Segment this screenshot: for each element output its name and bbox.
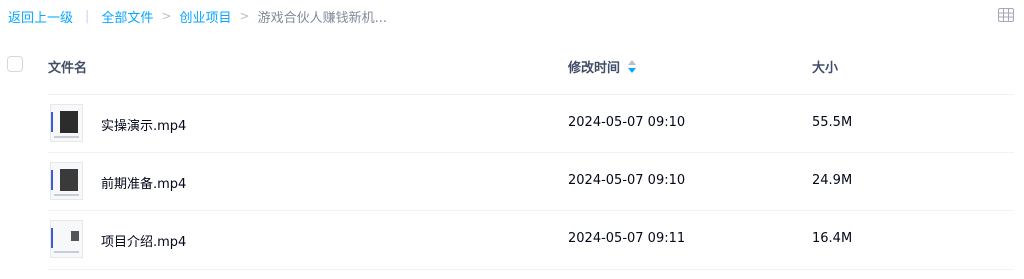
breadcrumb-separator: > <box>161 9 172 23</box>
file-size: 24.9M <box>812 173 853 188</box>
file-list-header: 文件名 修改时间 大小 <box>0 45 1024 85</box>
column-header-modified[interactable]: 修改时间 <box>568 57 637 76</box>
breadcrumb-folder-link[interactable]: 创业项目 <box>179 7 231 26</box>
select-all-checkbox[interactable] <box>7 56 23 72</box>
sort-icon[interactable] <box>628 60 637 73</box>
file-name[interactable]: 项目介绍.mp4 <box>101 231 186 250</box>
breadcrumb-current: 游戏合伙人赚钱新机... <box>257 10 387 26</box>
breadcrumb-all-files-link[interactable]: 全部文件 <box>101 7 153 26</box>
breadcrumb-divider: | <box>85 8 90 24</box>
breadcrumb-separator: > <box>239 9 250 23</box>
file-size: 55.5M <box>812 115 853 130</box>
table-row[interactable]: 前期准备.mp4 2024-05-07 09:10 24.9M <box>48 152 1014 211</box>
column-header-name[interactable]: 文件名 <box>48 57 87 76</box>
file-size: 16.4M <box>812 231 853 246</box>
video-thumbnail-icon <box>50 104 83 142</box>
table-row[interactable]: 项目介绍.mp4 2024-05-07 09:11 16.4M <box>48 210 1014 270</box>
video-thumbnail-icon <box>50 220 83 258</box>
column-header-modified-label: 修改时间 <box>568 61 621 76</box>
column-header-size[interactable]: 大小 <box>812 57 838 76</box>
file-name[interactable]: 前期准备.mp4 <box>101 173 186 192</box>
file-name[interactable]: 实操演示.mp4 <box>101 115 186 134</box>
breadcrumb: 返回上一级 | 全部文件 > 创业项目 > 游戏合伙人赚钱新机... <box>8 6 387 26</box>
file-modified-time: 2024-05-07 09:10 <box>568 173 686 188</box>
file-modified-time: 2024-05-07 09:10 <box>568 115 686 130</box>
grid-view-icon[interactable] <box>998 7 1014 22</box>
video-thumbnail-icon <box>50 162 83 200</box>
table-row[interactable]: 实操演示.mp4 2024-05-07 09:10 55.5M <box>48 94 1014 153</box>
breadcrumb-back-link[interactable]: 返回上一级 <box>8 7 73 26</box>
file-modified-time: 2024-05-07 09:11 <box>568 231 686 246</box>
